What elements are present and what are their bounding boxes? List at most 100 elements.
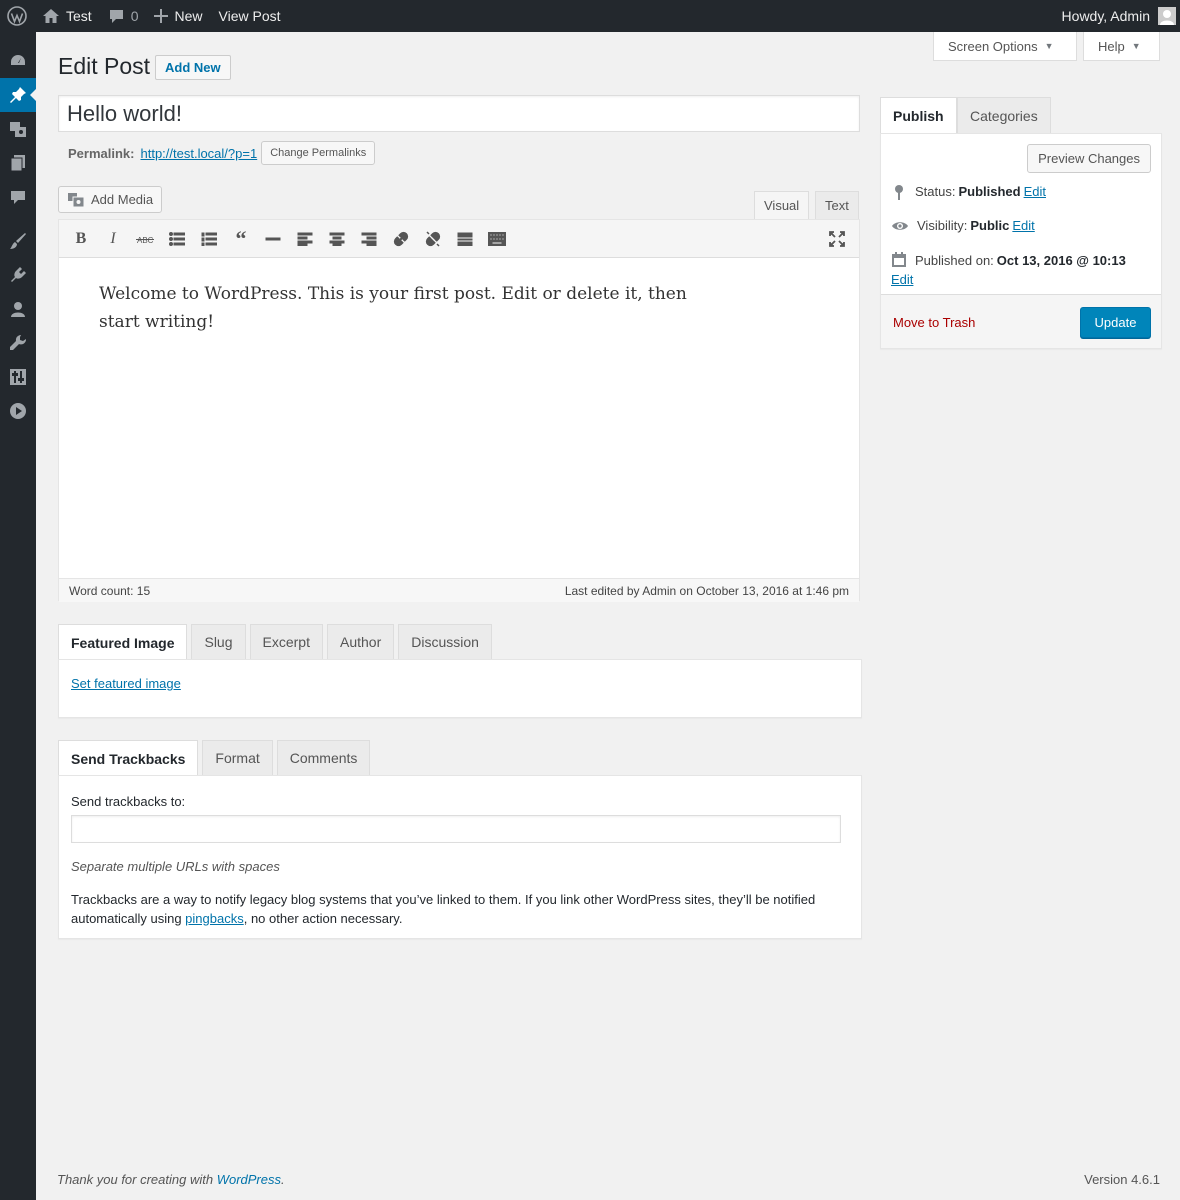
status-label: Status:: [915, 184, 956, 199]
footer-thankyou: Thank you for creating with WordPress.: [57, 1172, 285, 1187]
bold-icon: B: [75, 229, 87, 247]
pages-icon: [10, 155, 25, 172]
new-content-menu[interactable]: New: [146, 0, 210, 32]
distraction-free-button[interactable]: [821, 224, 853, 254]
post-title-input[interactable]: [58, 95, 860, 132]
trackbacks-label: Send trackbacks to:: [71, 794, 186, 809]
align-right-button[interactable]: [353, 224, 385, 254]
my-account-menu[interactable]: Howdy, Admin: [1062, 7, 1180, 25]
sidebar-item-media[interactable]: [0, 112, 36, 146]
tab-publish[interactable]: Publish: [880, 97, 957, 134]
visibility-edit-link[interactable]: Edit: [1012, 218, 1034, 233]
horizontal-line-icon: [265, 237, 281, 240]
new-label: New: [174, 8, 203, 24]
tab-format[interactable]: Format: [202, 740, 273, 775]
footer-thanks-before: Thank you for creating with: [57, 1172, 217, 1187]
remove-link-button[interactable]: [417, 224, 449, 254]
preview-changes-button[interactable]: Preview Changes: [1027, 144, 1151, 173]
horizontal-line-button[interactable]: [257, 224, 289, 254]
italic-button[interactable]: I: [97, 224, 129, 254]
footer-version: Version 4.6.1: [1084, 1172, 1160, 1187]
insert-link-button[interactable]: [385, 224, 417, 254]
caret-down-icon: ▼: [1044, 41, 1054, 51]
comments-icon: [11, 191, 25, 204]
permalink-url[interactable]: http://test.local/?p=1: [140, 146, 257, 161]
site-name-menu[interactable]: Test: [34, 0, 100, 32]
quote-icon: “: [235, 225, 247, 251]
tab-text[interactable]: Text: [815, 191, 859, 219]
user-avatar-icon: [1160, 10, 1174, 25]
collapse-play-icon: [10, 403, 26, 419]
visibility-value: Public: [970, 218, 1010, 233]
meta-tabs-group-2: Send Trackbacks Format Comments: [58, 740, 374, 776]
tab-visual[interactable]: Visual: [754, 191, 810, 219]
align-center-button[interactable]: [321, 224, 353, 254]
update-button[interactable]: Update: [1080, 307, 1151, 338]
tab-excerpt[interactable]: Excerpt: [249, 624, 323, 659]
add-new-button[interactable]: Add New: [155, 55, 231, 80]
add-media-button[interactable]: Add Media: [58, 186, 163, 213]
wordpress-logo-menu[interactable]: [0, 0, 34, 32]
admin-bar: Test 0 New View Post Howdy, Admin: [0, 0, 1180, 32]
strikethrough-button[interactable]: ABC: [129, 224, 161, 254]
bullet-list-icon: [169, 231, 185, 246]
sidebar-item-tools[interactable]: [0, 326, 36, 360]
tab-send-trackbacks[interactable]: Send Trackbacks: [58, 740, 199, 776]
sidebar-item-posts[interactable]: [0, 78, 37, 112]
bold-button[interactable]: B: [65, 224, 97, 254]
add-media-label: Add Media: [91, 192, 154, 207]
tab-discussion[interactable]: Discussion: [398, 624, 492, 659]
media-icon: [10, 122, 26, 137]
sidebar-item-users[interactable]: [0, 292, 36, 326]
set-featured-image-link[interactable]: Set featured image: [71, 676, 181, 691]
last-edited: Last edited by Admin on October 13, 2016…: [564, 583, 849, 598]
toolbar-toggle-button[interactable]: [481, 224, 513, 254]
read-more-button[interactable]: [449, 224, 481, 254]
trackbacks-input[interactable]: [71, 815, 841, 843]
numbered-list-icon: [201, 232, 217, 246]
view-post-label: View Post: [218, 8, 281, 24]
sidebar-item-pages[interactable]: [0, 146, 36, 180]
comments-count: 0: [130, 8, 139, 24]
numbered-list-button[interactable]: [193, 224, 225, 254]
tab-slug[interactable]: Slug: [191, 624, 246, 659]
tab-comments[interactable]: Comments: [276, 740, 371, 775]
home-icon: [43, 9, 59, 23]
move-to-trash-link[interactable]: Move to Trash: [893, 315, 975, 330]
wordpress-link[interactable]: WordPress: [217, 1172, 281, 1187]
calendar-icon: [892, 252, 906, 267]
align-left-button[interactable]: [289, 224, 321, 254]
blockquote-button[interactable]: “: [225, 224, 257, 254]
editor-status-bar: Word count: 15 Last edited by Admin on O…: [59, 578, 859, 602]
permalink-label: Permalink:: [68, 145, 135, 161]
help-button[interactable]: Help ▼: [1083, 32, 1160, 61]
sidebar-item-settings[interactable]: [0, 360, 36, 394]
status-edit-link[interactable]: Edit: [1024, 184, 1046, 199]
tab-author[interactable]: Author: [326, 624, 395, 659]
sidebar-collapse-menu[interactable]: [0, 394, 36, 428]
published-edit-link[interactable]: Edit: [891, 272, 913, 287]
plugin-icon: [11, 267, 26, 282]
pingbacks-link[interactable]: pingbacks: [185, 911, 244, 926]
page-title: Edit Post: [58, 53, 151, 79]
sidebar-item-dashboard[interactable]: [0, 44, 36, 78]
screen-options-button[interactable]: Screen Options ▼: [933, 32, 1077, 61]
sidebar-item-plugins[interactable]: [0, 258, 36, 292]
view-post-link[interactable]: View Post: [211, 0, 289, 32]
align-right-icon: [361, 232, 377, 246]
change-permalinks-button[interactable]: Change Permalinks: [261, 141, 376, 165]
comments-menu[interactable]: 0: [100, 0, 147, 32]
editor-content[interactable]: Welcome to WordPress. This is your first…: [59, 258, 859, 578]
caret-down-icon: ▼: [1131, 41, 1141, 51]
trackbacks-desc-before: Trackbacks are a way to notify legacy bl…: [71, 892, 816, 926]
align-left-icon: [297, 232, 313, 246]
status-value: Published: [958, 184, 1021, 199]
tab-featured-image[interactable]: Featured Image: [58, 624, 188, 660]
strikethrough-icon: ABC: [136, 236, 154, 245]
bulleted-list-button[interactable]: [161, 224, 193, 254]
sidebar-item-comments[interactable]: [0, 180, 36, 214]
footer-thanks-after: .: [281, 1172, 285, 1187]
tab-categories[interactable]: Categories: [957, 97, 1051, 133]
read-more-icon: [457, 232, 473, 246]
sidebar-item-appearance[interactable]: [0, 224, 36, 258]
